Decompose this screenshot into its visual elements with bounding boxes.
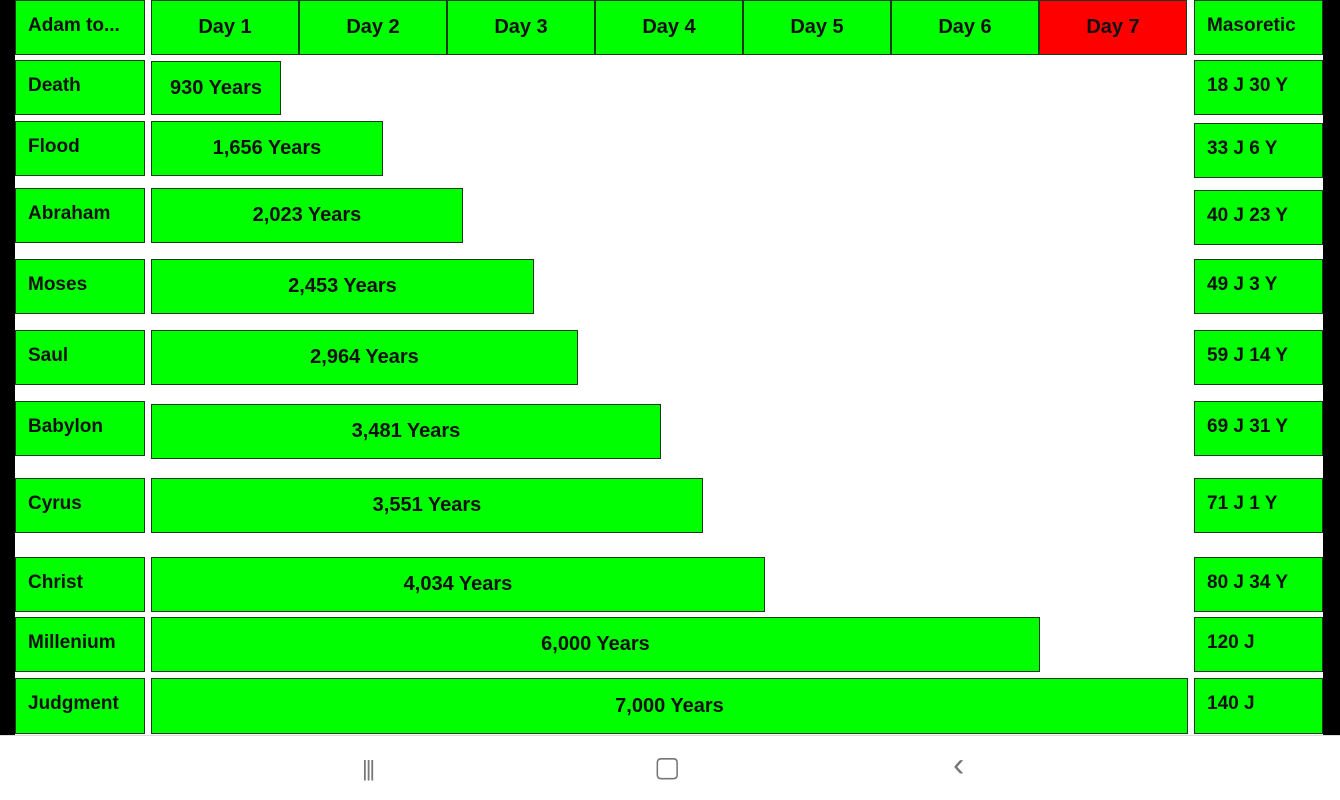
row-label: Death	[15, 60, 145, 115]
tab-day-2[interactable]: Day 2	[299, 0, 447, 55]
tab-day-6[interactable]: Day 6	[891, 0, 1039, 55]
masoretic-cell: 80 J 34 Y	[1194, 557, 1323, 612]
years-bar: 6,000 Years	[151, 617, 1040, 672]
years-bar: 1,656 Years	[151, 121, 383, 176]
tab-day-7[interactable]: Day 7	[1039, 0, 1187, 55]
masoretic-cell: 120 J	[1194, 617, 1323, 672]
row-label: Cyrus	[15, 478, 145, 533]
row-label: Abraham	[15, 188, 145, 243]
masoretic-cell: 40 J 23 Y	[1194, 190, 1323, 245]
row-label: Flood	[15, 121, 145, 176]
recents-icon[interactable]: |||	[362, 756, 375, 782]
android-nav-bar: ||| ▢ ‹	[0, 735, 1340, 800]
row-label: Moses	[15, 259, 145, 314]
row-label: Judgment	[15, 678, 145, 734]
years-bar: 7,000 Years	[151, 678, 1188, 734]
years-bar: 930 Years	[151, 61, 281, 115]
masoretic-cell: 59 J 14 Y	[1194, 330, 1323, 385]
right-edge	[1323, 0, 1340, 735]
masoretic-cell: 49 J 3 Y	[1194, 259, 1323, 314]
tab-day-1[interactable]: Day 1	[151, 0, 299, 55]
home-icon[interactable]: ▢	[654, 750, 680, 783]
left-edge	[0, 0, 15, 735]
years-bar: 3,481 Years	[151, 404, 661, 459]
years-bar: 2,964 Years	[151, 330, 578, 385]
row-label: Millenium	[15, 617, 145, 672]
row-label: Christ	[15, 557, 145, 612]
masoretic-cell: 18 J 30 Y	[1194, 60, 1323, 115]
years-bar: 4,034 Years	[151, 557, 765, 612]
tab-day-4[interactable]: Day 4	[595, 0, 743, 55]
years-bar: 2,023 Years	[151, 188, 463, 243]
corner-header: Adam to...	[15, 0, 145, 55]
back-icon[interactable]: ‹	[953, 746, 964, 785]
masoretic-cell: 71 J 1 Y	[1194, 478, 1323, 533]
masoretic-header: Masoretic	[1194, 0, 1323, 55]
years-bar: 2,453 Years	[151, 259, 534, 314]
row-label: Babylon	[15, 401, 145, 456]
years-bar: 3,551 Years	[151, 478, 703, 533]
tab-day-5[interactable]: Day 5	[743, 0, 891, 55]
masoretic-cell: 140 J	[1194, 678, 1323, 734]
masoretic-cell: 69 J 31 Y	[1194, 401, 1323, 456]
tab-day-3[interactable]: Day 3	[447, 0, 595, 55]
masoretic-cell: 33 J 6 Y	[1194, 123, 1323, 178]
row-label: Saul	[15, 330, 145, 385]
